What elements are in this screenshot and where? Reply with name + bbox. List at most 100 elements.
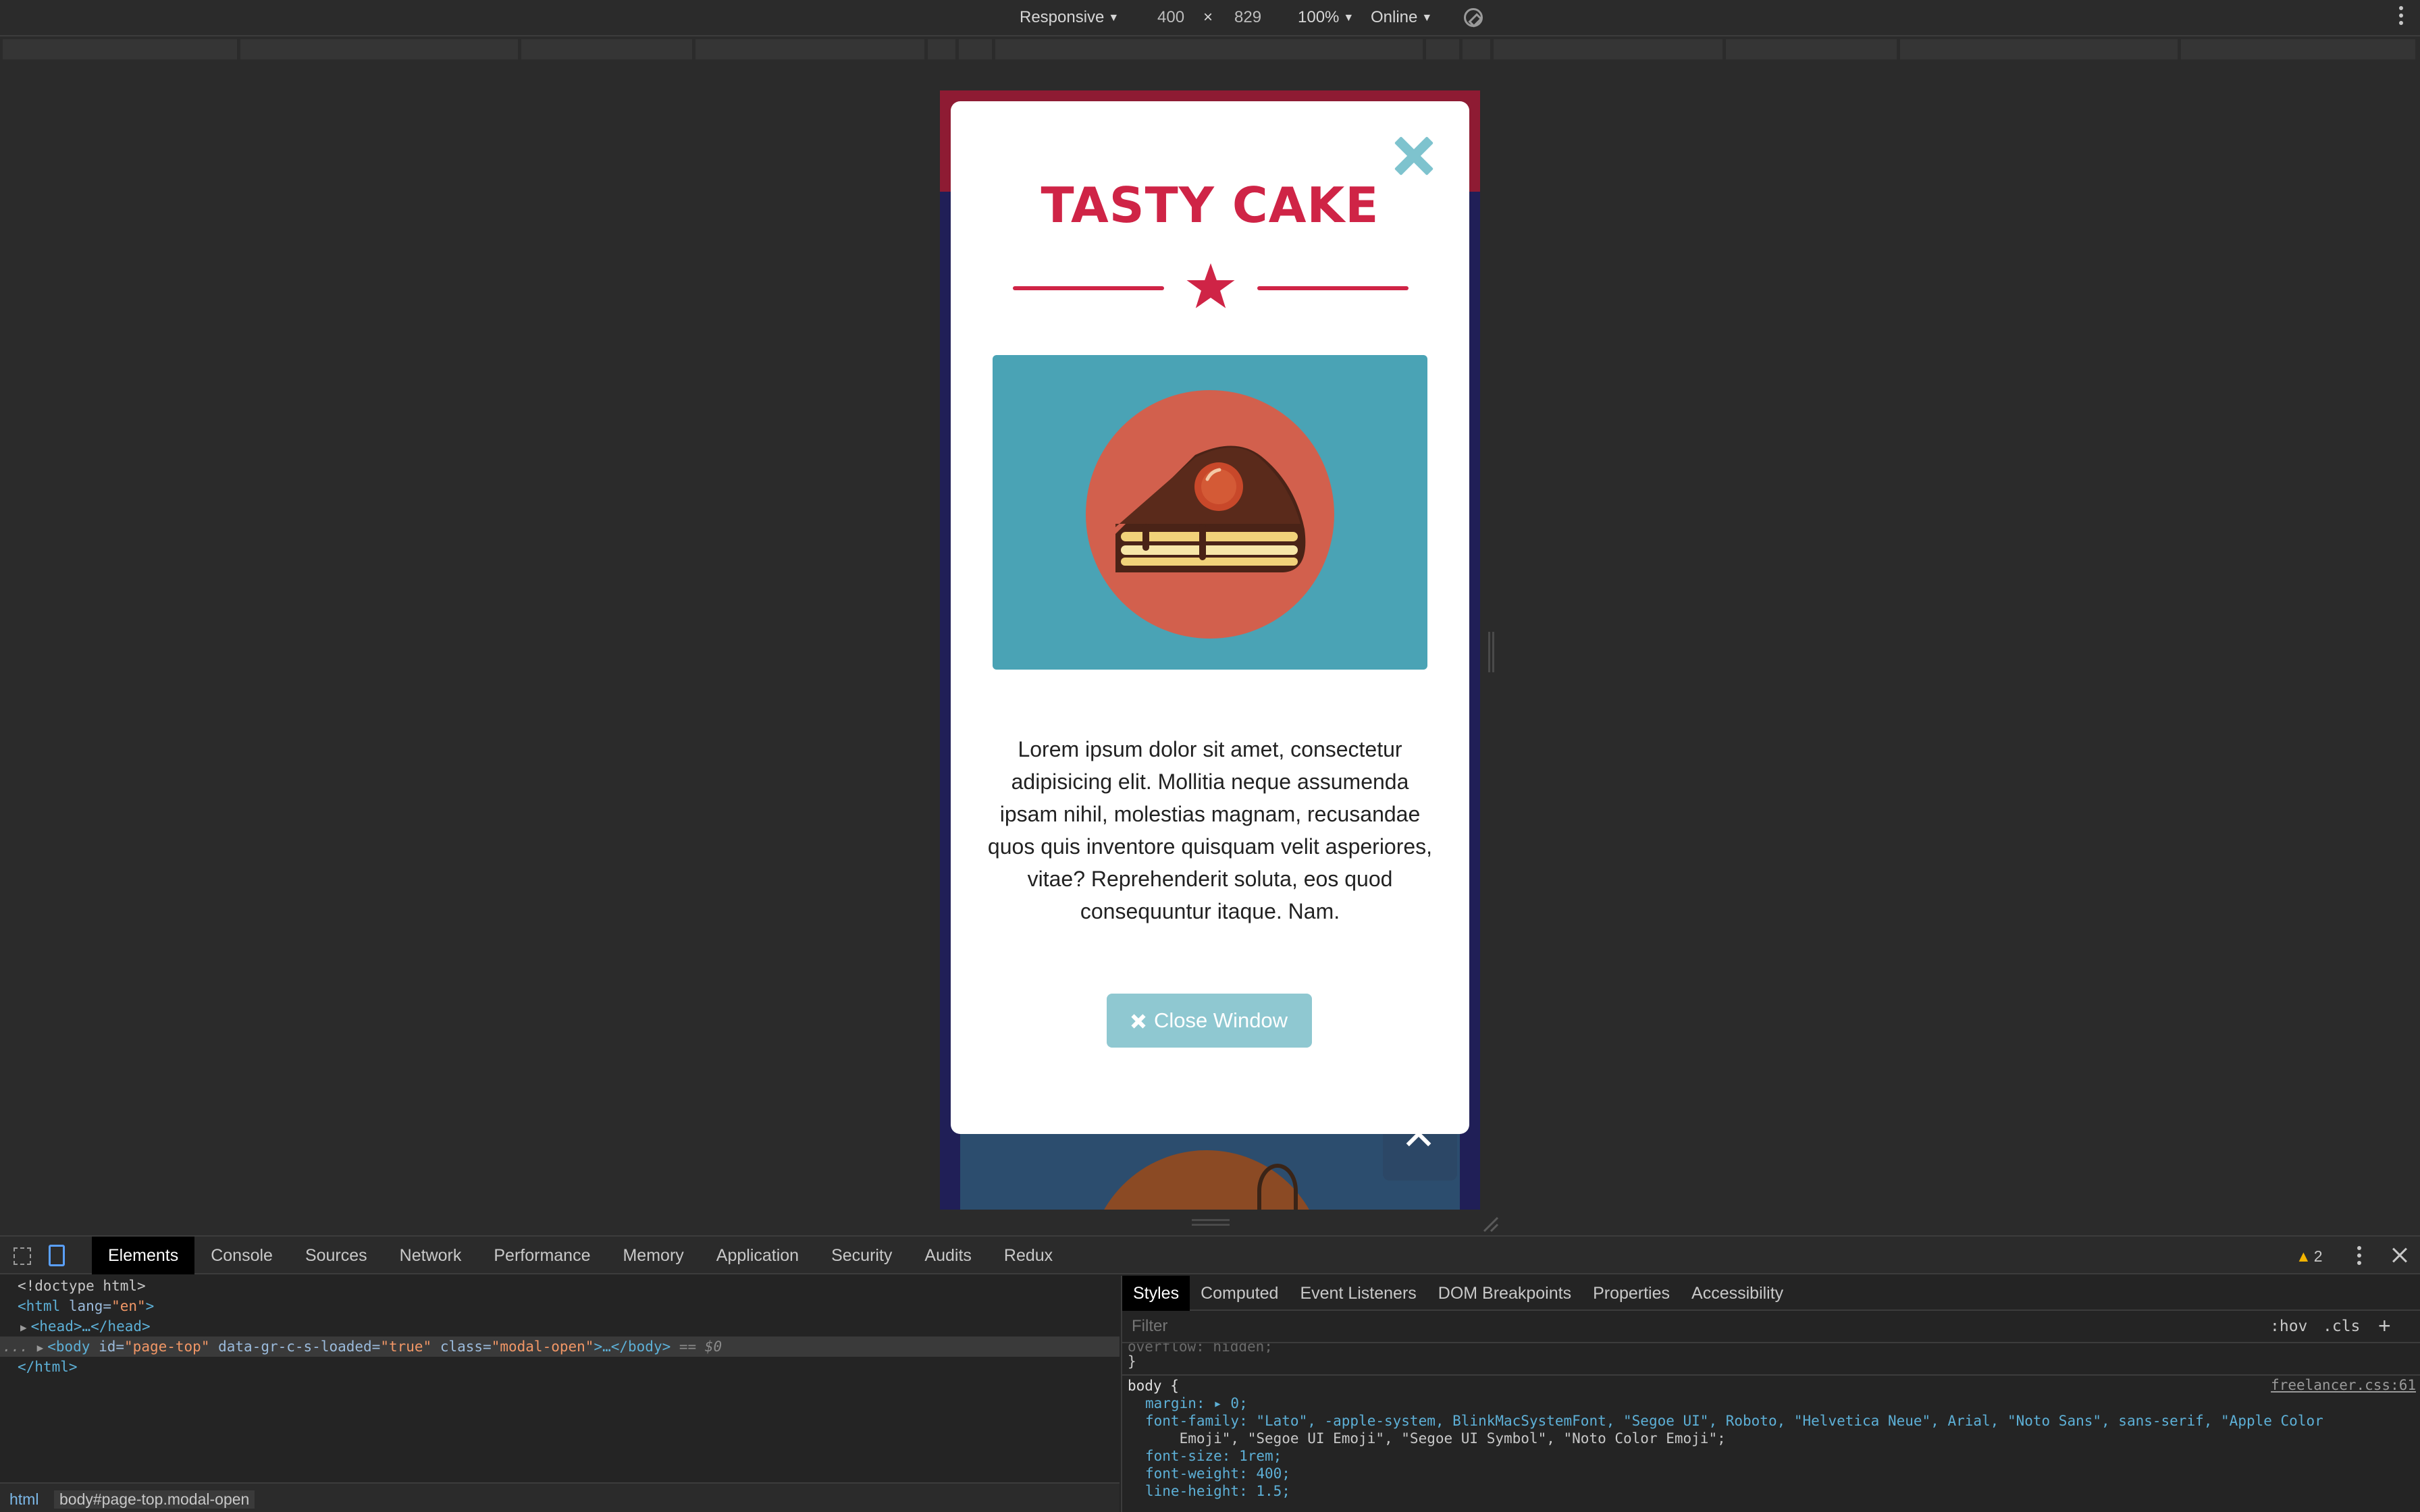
tab-computed[interactable]: Computed bbox=[1190, 1276, 1289, 1311]
media-query-segment[interactable] bbox=[1426, 39, 1461, 59]
tab-application[interactable]: Application bbox=[700, 1237, 815, 1274]
divider-line-left bbox=[1013, 286, 1164, 290]
network-label: Online bbox=[1371, 8, 1418, 26]
device-toolbar-toggle-icon[interactable] bbox=[49, 1245, 65, 1266]
media-query-segment[interactable] bbox=[928, 39, 957, 59]
body-data-attr: data-gr-c-s-loaded= bbox=[209, 1339, 381, 1355]
hover-state-toggle[interactable]: :hov bbox=[2270, 1318, 2307, 1335]
divider-line-right bbox=[1257, 286, 1409, 290]
tab-elements[interactable]: Elements bbox=[92, 1237, 195, 1274]
body-class-attr: class= bbox=[431, 1339, 492, 1355]
style-declaration[interactable]: line-height: 1.5; bbox=[1122, 1482, 2420, 1500]
new-style-rule-button[interactable]: + bbox=[2378, 1314, 2391, 1339]
styles-sidebar: Styles Computed Event Listeners DOM Brea… bbox=[1121, 1276, 2420, 1512]
expand-triangle-icon[interactable]: ▶ bbox=[20, 1321, 27, 1334]
media-query-segment[interactable] bbox=[2181, 39, 2417, 59]
network-throttle-select[interactable]: Online ▼ bbox=[1371, 7, 1432, 28]
head-tag: <head>…</head> bbox=[30, 1318, 151, 1334]
device-label: Responsive bbox=[1020, 8, 1105, 26]
tab-properties[interactable]: Properties bbox=[1582, 1276, 1681, 1311]
media-query-segment[interactable] bbox=[959, 39, 994, 59]
toolbar-more-icon[interactable] bbox=[2398, 6, 2404, 28]
media-query-segment[interactable] bbox=[1463, 39, 1492, 59]
body-id-attr: id= bbox=[90, 1339, 125, 1355]
styles-filter-input[interactable] bbox=[1122, 1312, 2257, 1341]
node-ellipsis: ... bbox=[3, 1339, 28, 1355]
viewport-width-input[interactable]: 400 bbox=[1157, 7, 1184, 28]
body-data-value: "true" bbox=[380, 1339, 432, 1355]
close-window-label: Close Window bbox=[1153, 1008, 1288, 1032]
breadcrumb-body[interactable]: body#page-top.modal-open bbox=[54, 1490, 255, 1509]
stylesheet-source-link[interactable]: freelancer.css:61 bbox=[2271, 1377, 2416, 1393]
devtools-close-icon[interactable] bbox=[2390, 1246, 2409, 1265]
rule-selector[interactable]: body { bbox=[1122, 1374, 2420, 1395]
html-tag-end: > bbox=[145, 1298, 155, 1314]
close-window-button[interactable]: Close Window bbox=[1107, 994, 1312, 1048]
media-query-segment[interactable] bbox=[240, 39, 520, 59]
tab-redux[interactable]: Redux bbox=[988, 1237, 1069, 1274]
cake-image bbox=[993, 355, 1427, 670]
style-declaration-continuation: Emoji", "Segoe UI Emoji", "Segoe UI Symb… bbox=[1145, 1430, 1726, 1447]
style-declaration[interactable]: font-family: "Lato", -apple-system, Blin… bbox=[1122, 1412, 2420, 1430]
network-dropdown-caret-icon: ▼ bbox=[1421, 12, 1433, 24]
media-query-segment[interactable] bbox=[1900, 39, 2180, 59]
media-query-segment[interactable] bbox=[3, 39, 239, 59]
modal-title: TASTY CAKE bbox=[1041, 177, 1379, 234]
dom-node-body[interactable]: ... ▶ <body id="page-top" data-gr-c-s-loa… bbox=[0, 1336, 1120, 1357]
warning-icon: ▲ bbox=[2296, 1247, 2311, 1265]
tab-network[interactable]: Network bbox=[384, 1237, 478, 1274]
media-query-segment[interactable] bbox=[995, 39, 1425, 59]
viewport-corner-resize-handle[interactable] bbox=[1481, 1215, 1499, 1233]
inspect-element-icon[interactable] bbox=[14, 1247, 31, 1265]
body-tag-end: >…</body> bbox=[594, 1339, 671, 1355]
style-declaration[interactable]: font-weight: 400; bbox=[1122, 1465, 2420, 1482]
style-declaration[interactable]: font-size: 1rem; bbox=[1122, 1447, 2420, 1465]
device-toolbar: Responsive ▼ 400 × 829 100% ▼ Online ▼ bbox=[0, 0, 2420, 36]
viewport-bottom-resize-handle[interactable] bbox=[1192, 1219, 1230, 1227]
devtools-menu-icon[interactable] bbox=[2357, 1246, 2362, 1266]
tab-event-listeners[interactable]: Event Listeners bbox=[1289, 1276, 1427, 1311]
chevron-up-icon bbox=[1406, 1131, 1431, 1156]
tab-memory[interactable]: Memory bbox=[606, 1237, 700, 1274]
tab-performance[interactable]: Performance bbox=[477, 1237, 606, 1274]
viewport-height-input[interactable]: 829 bbox=[1234, 7, 1261, 28]
breadcrumb: html body#page-top.modal-open bbox=[0, 1482, 1120, 1512]
dom-node-html[interactable]: <html lang="en"> bbox=[0, 1296, 1120, 1316]
expand-triangle-icon[interactable]: ▶ bbox=[37, 1341, 44, 1354]
media-query-segment[interactable] bbox=[695, 39, 926, 59]
media-query-segment[interactable] bbox=[521, 39, 694, 59]
rotate-icon[interactable] bbox=[1464, 8, 1483, 27]
html-tag: <html bbox=[18, 1298, 61, 1314]
tab-audits[interactable]: Audits bbox=[908, 1237, 987, 1274]
media-query-bar bbox=[0, 38, 2420, 62]
zoom-label: 100% bbox=[1298, 8, 1340, 26]
star-icon bbox=[1186, 263, 1235, 308]
tab-sources[interactable]: Sources bbox=[289, 1237, 384, 1274]
elements-tree: <!doctype html> <html lang="en"> ▶ <head>… bbox=[0, 1276, 1120, 1478]
viewport-resize-handle[interactable] bbox=[1488, 632, 1496, 672]
warnings-badge[interactable]: ▲ 2 bbox=[2296, 1247, 2323, 1266]
tab-accessibility[interactable]: Accessibility bbox=[1681, 1276, 1794, 1311]
dom-node-doctype[interactable]: <!doctype html> bbox=[0, 1276, 1120, 1296]
devtools-panel: Elements Console Sources Network Perform… bbox=[0, 1235, 2420, 1512]
close-icon[interactable] bbox=[1388, 131, 1440, 182]
selector-text: body { bbox=[1128, 1378, 1179, 1394]
device-select[interactable]: Responsive ▼ bbox=[1020, 7, 1119, 28]
zoom-dropdown-caret-icon: ▼ bbox=[1343, 12, 1354, 24]
tab-dom-breakpoints[interactable]: DOM Breakpoints bbox=[1427, 1276, 1582, 1311]
tab-console[interactable]: Console bbox=[194, 1237, 289, 1274]
breadcrumb-html[interactable]: html bbox=[9, 1490, 38, 1509]
media-query-segment[interactable] bbox=[1726, 39, 1899, 59]
dom-node-head[interactable]: ▶ <head>…</head> bbox=[0, 1316, 1120, 1336]
html-lang-attr: lang= bbox=[60, 1298, 112, 1314]
tab-styles[interactable]: Styles bbox=[1122, 1276, 1190, 1311]
html-lang-value: "en" bbox=[111, 1298, 146, 1314]
modal-description: Lorem ipsum dolor sit amet, consectetur … bbox=[987, 737, 1433, 923]
dom-node-html-close[interactable]: </html> bbox=[0, 1357, 1120, 1377]
style-declaration[interactable]: margin: ▸ 0; bbox=[1122, 1395, 2420, 1412]
portfolio-modal: TASTY CAKE Lorem ipsum dolor sit amet, c… bbox=[951, 101, 1469, 1134]
class-toggle[interactable]: .cls bbox=[2323, 1318, 2360, 1335]
media-query-segment[interactable] bbox=[1494, 39, 1725, 59]
zoom-select[interactable]: 100% ▼ bbox=[1298, 7, 1354, 28]
tab-security[interactable]: Security bbox=[815, 1237, 908, 1274]
